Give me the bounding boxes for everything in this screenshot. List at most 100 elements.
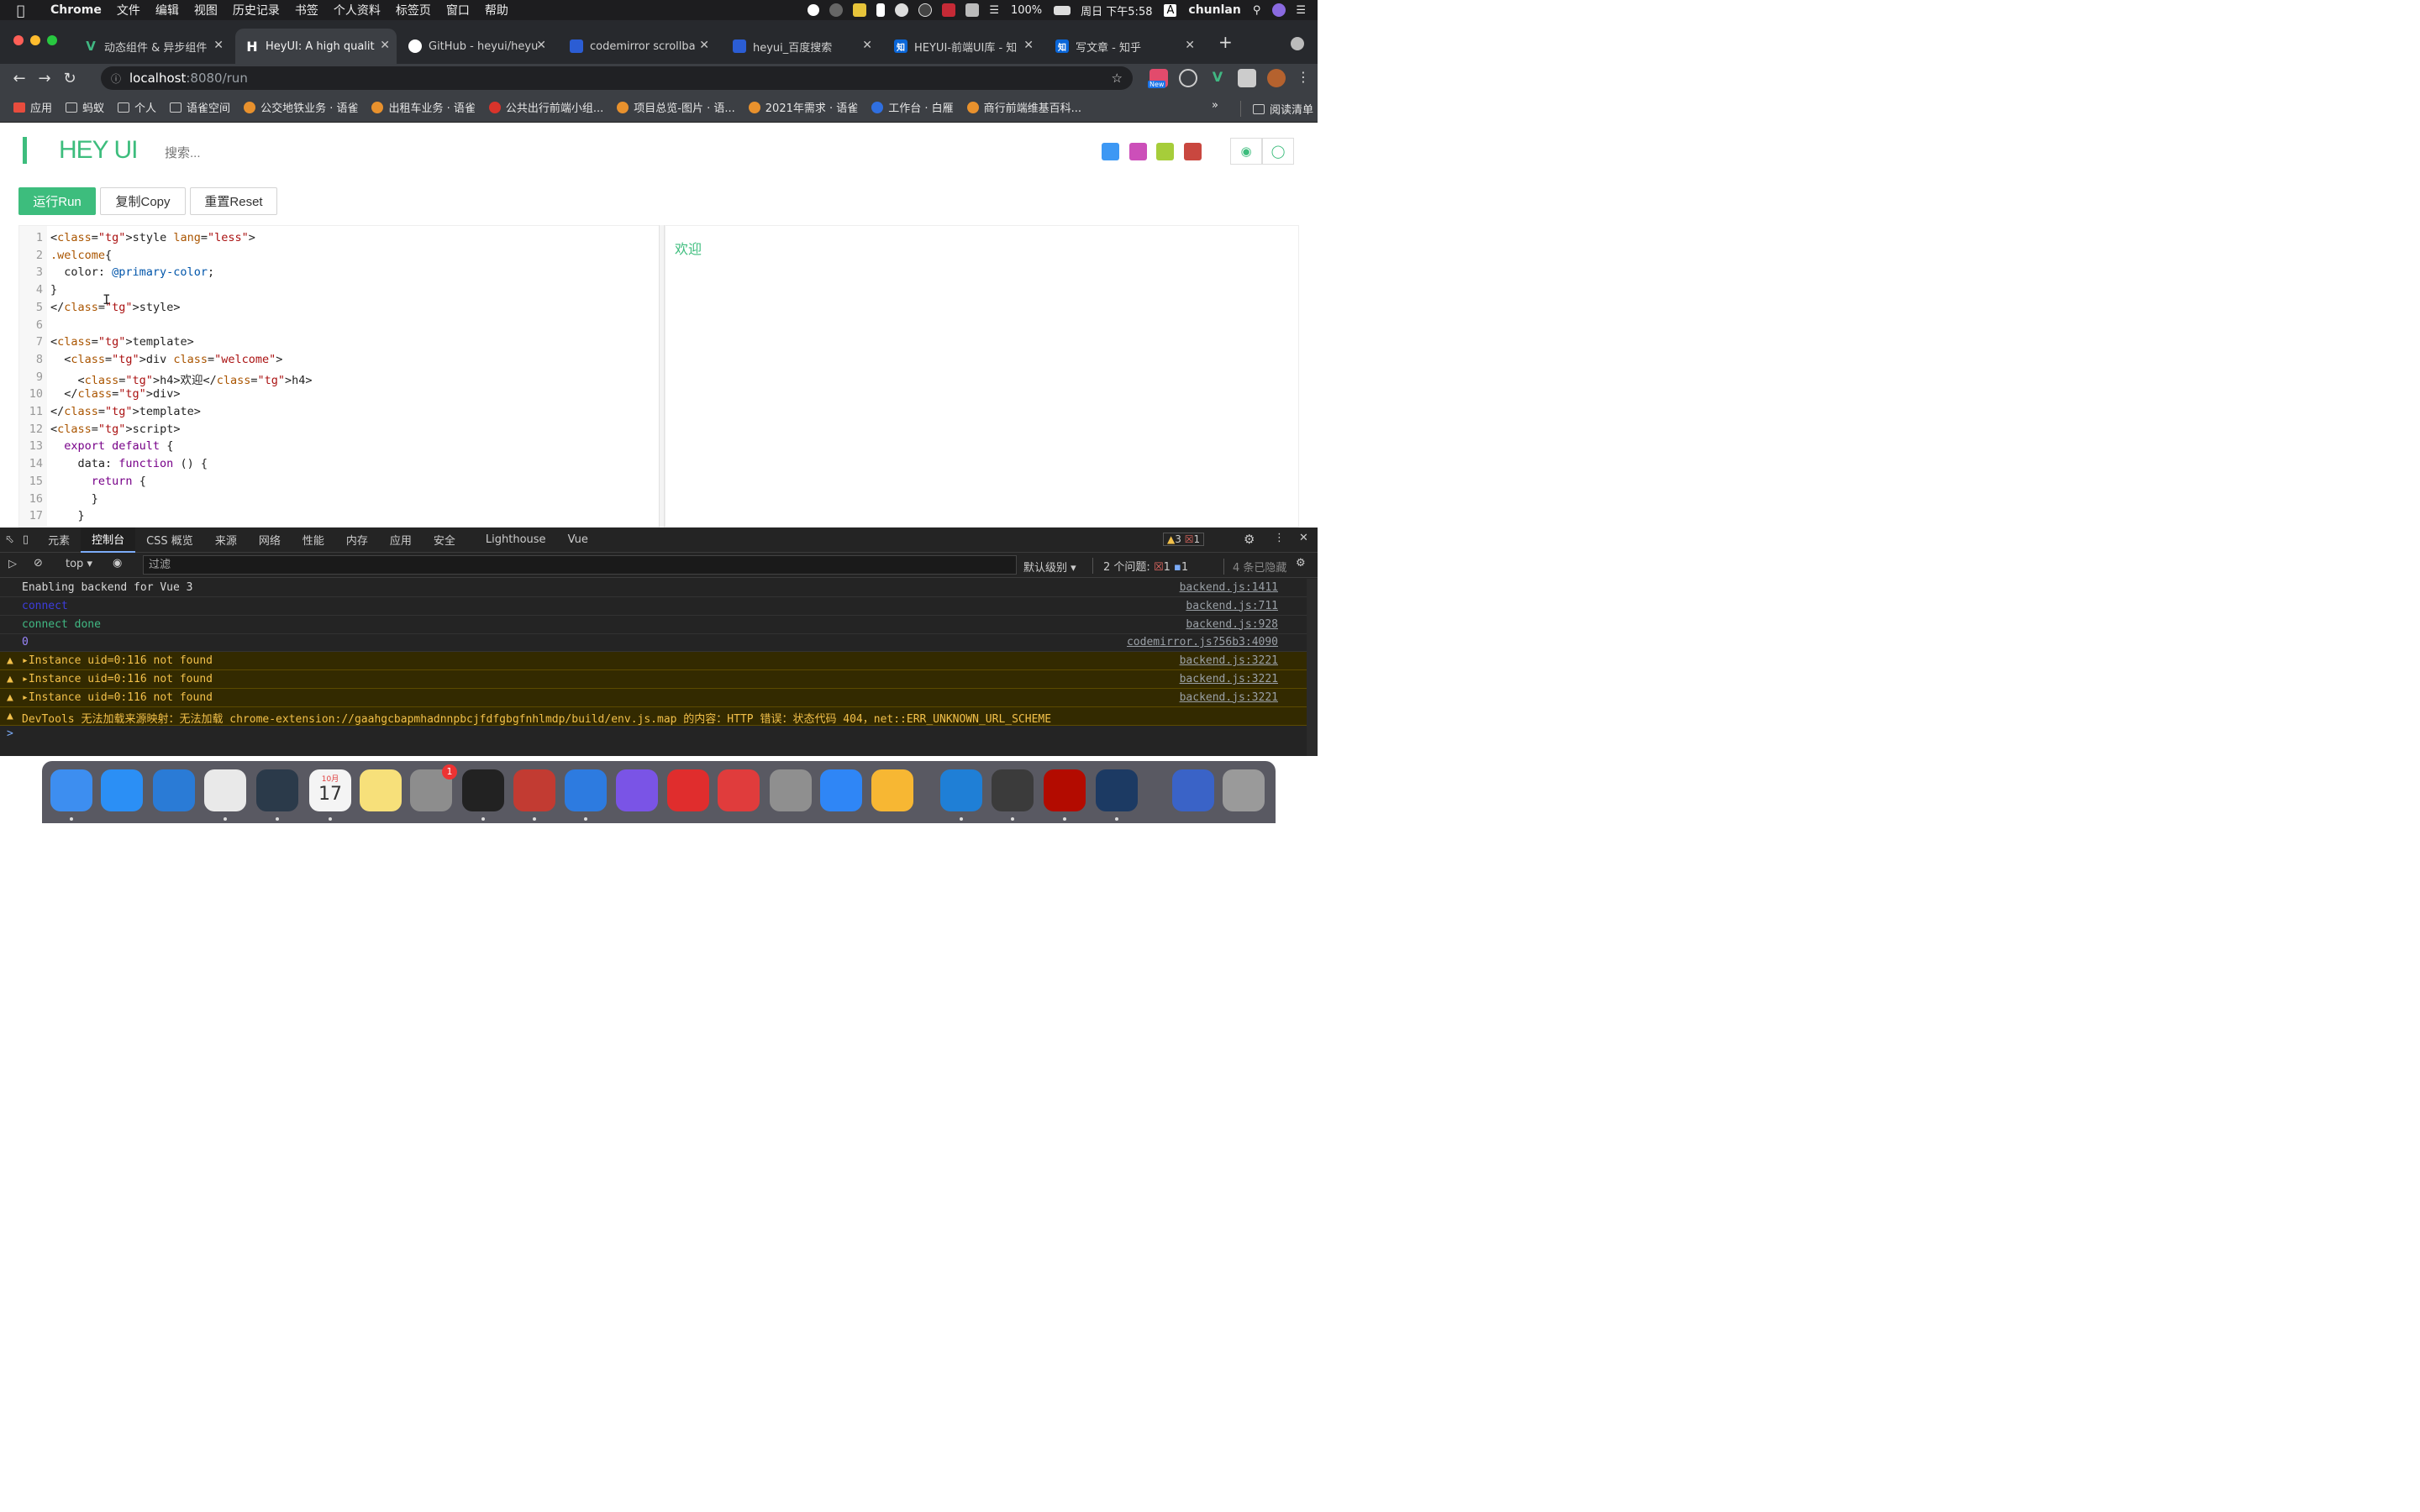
code-line[interactable]: 7 <class="tg">template> xyxy=(19,335,658,353)
console-message[interactable]: ▲ ▸Instance uid=0:116 not found backend.js… xyxy=(0,688,1307,707)
devtools-tab-memory[interactable]: 内存 xyxy=(335,528,379,553)
tab-search-icon[interactable] xyxy=(1291,37,1304,50)
tab-heyui[interactable]: H HeyUI: A high qualit ✕ xyxy=(235,29,397,64)
devtools-tab-console[interactable]: 控制台 xyxy=(81,527,136,553)
devtools-tab-vue[interactable]: Vue xyxy=(557,528,599,553)
dock-vscode-icon[interactable] xyxy=(153,769,195,811)
code-line[interactable]: 9 <class="tg">h4>欢迎</class="tg">h4> xyxy=(19,370,658,388)
control-center-icon[interactable]: ☰ xyxy=(1296,4,1306,17)
code-line[interactable]: 4} xyxy=(19,283,658,301)
console-source-link[interactable]: backend.js:1411 xyxy=(1180,581,1278,594)
devtools-tab-sources[interactable]: 来源 xyxy=(204,528,248,553)
dock-files-icon[interactable] xyxy=(1172,769,1214,811)
user-name[interactable]: chunlan xyxy=(1188,3,1240,17)
dock-trash-icon[interactable] xyxy=(1223,769,1265,811)
tab-codemirror[interactable]: codemirror scrollba ✕ xyxy=(560,29,716,64)
input-method-icon[interactable]: A xyxy=(1164,3,1177,17)
code-line[interactable]: 14 data: function () { xyxy=(19,457,658,475)
bookmark-workbench[interactable]: 工作台 · 白雁 xyxy=(871,99,954,115)
logo[interactable]: HEY UI xyxy=(59,136,138,165)
sidebar-toggle-icon[interactable]: ▷ xyxy=(8,558,17,570)
stats-icon[interactable] xyxy=(853,3,867,17)
devtools-tab-elements[interactable]: 元素 xyxy=(37,528,81,553)
console-message[interactable]: connect backend.js:711 xyxy=(0,597,1307,616)
bookmark-star-icon[interactable]: ☆ xyxy=(1112,71,1123,86)
extensions-icon[interactable] xyxy=(1238,69,1256,87)
wifi-icon[interactable]: ☰ xyxy=(989,4,999,17)
menu-chrome[interactable]: Chrome xyxy=(50,3,102,17)
siri-icon[interactable] xyxy=(1272,3,1286,17)
bookmark-taxi[interactable]: 出租车业务 · 语雀 xyxy=(371,99,476,115)
react-devtools-icon[interactable] xyxy=(1179,69,1197,87)
tab-github[interactable]: GitHub - heyui/heyu ✕ xyxy=(398,29,553,64)
devtools-tab-security[interactable]: 安全 xyxy=(423,528,466,553)
dock-devtool-icon[interactable] xyxy=(256,769,298,811)
code-line[interactable]: 5 </class="tg">style> xyxy=(19,301,658,318)
device-icon[interactable] xyxy=(876,3,886,17)
dock-phone-icon[interactable] xyxy=(992,769,1034,811)
dock-netease-music-icon[interactable] xyxy=(667,769,709,811)
info-icon[interactable]: ⓘ xyxy=(111,71,121,86)
menu-edit[interactable]: 编辑 xyxy=(155,2,179,18)
dock-system-preferences-icon[interactable]: 1 xyxy=(410,764,457,811)
eye-icon[interactable]: ◉ xyxy=(113,557,122,570)
datetime[interactable]: 周日 下午5:58 xyxy=(1081,3,1152,18)
bookmark-2021[interactable]: 2021年需求 · 语雀 xyxy=(748,99,858,115)
devtools-tab-application[interactable]: 应用 xyxy=(379,528,423,553)
devtools-tab-network[interactable]: 网络 xyxy=(248,528,292,553)
code-line[interactable]: 10 </class="tg">div> xyxy=(19,387,658,405)
bookmark-folder-yuque[interactable]: 语雀空间 xyxy=(170,99,230,115)
menu-view[interactable]: 视图 xyxy=(194,2,218,18)
dock-finder-icon[interactable] xyxy=(50,769,92,811)
dock-chrome-icon[interactable] xyxy=(204,769,246,811)
menu-file[interactable]: 文件 xyxy=(117,2,140,18)
extension-new-icon[interactable]: New xyxy=(1148,69,1168,88)
clear-console-icon[interactable]: ⊘ xyxy=(34,557,43,570)
console-message[interactable]: 0 codemirror.js?56b3:4090 xyxy=(0,633,1307,653)
console-settings-icon[interactable]: ⚙ xyxy=(1296,557,1306,570)
bookmark-project[interactable]: 项目总览-图片 · 语... xyxy=(617,99,735,115)
parallels-icon[interactable] xyxy=(942,3,956,17)
battery-icon[interactable] xyxy=(1054,5,1071,15)
context-select[interactable]: top ▾ xyxy=(66,558,92,570)
tab-zhihu-write[interactable]: 知 写文章 - 知乎 ✕ xyxy=(1045,29,1202,64)
console-source-link[interactable]: backend.js:3221 xyxy=(1180,654,1278,667)
chat-icon[interactable]: ◯ xyxy=(1262,138,1294,165)
bookmark-public-travel[interactable]: 公共出行前端小组... xyxy=(488,99,603,115)
reading-list[interactable]: 阅读清单 xyxy=(1240,101,1313,117)
devtools-tab-css-overview[interactable]: CSS 概览 xyxy=(135,528,204,553)
dock-safari-icon[interactable] xyxy=(616,769,658,811)
profile-avatar[interactable] xyxy=(1267,69,1286,87)
devtools-tab-lighthouse[interactable]: Lighthouse xyxy=(475,528,557,553)
dock-terminal-icon[interactable] xyxy=(462,769,504,811)
battery-label[interactable]: 100% xyxy=(1011,4,1042,17)
code-line[interactable]: 1 <class="tg">style lang="less"> xyxy=(19,231,658,249)
zoom-window-icon[interactable] xyxy=(47,35,57,45)
console-prompt[interactable]: > xyxy=(0,725,1307,743)
bookmark-apps[interactable]: 应用 xyxy=(13,99,52,115)
devtools-tab-performance[interactable]: 性能 xyxy=(292,528,335,553)
dock-feishu-icon[interactable] xyxy=(101,769,143,811)
dock-ting-icon[interactable] xyxy=(718,769,760,811)
run-button[interactable]: 运行Run xyxy=(18,187,96,215)
dock-eudic-icon[interactable] xyxy=(940,769,982,811)
settings-gear-icon[interactable]: ⚙ xyxy=(1244,532,1255,547)
theme-swatch-blue[interactable] xyxy=(1102,143,1119,160)
back-icon[interactable]: ← xyxy=(7,70,32,87)
record-icon[interactable] xyxy=(808,4,820,16)
code-line[interactable]: 12 <class="tg">script> xyxy=(19,423,658,440)
bookmark-wiki[interactable]: 商行前端维基百科... xyxy=(966,99,1081,115)
menu-profiles[interactable]: 个人资料 xyxy=(334,2,381,18)
console-source-link[interactable]: backend.js:928 xyxy=(1186,618,1278,631)
dock-calendar-icon[interactable]: 10月 17 xyxy=(309,769,351,811)
reset-button[interactable]: 重置Reset xyxy=(190,187,277,215)
devtools-close-icon[interactable]: ✕ xyxy=(1299,532,1308,544)
menu-tabs[interactable]: 标签页 xyxy=(396,2,431,18)
menu-window[interactable]: 窗口 xyxy=(446,2,470,18)
code-editor[interactable]: 1 <class="tg">style lang="less"> 2 .welcome… xyxy=(18,225,659,528)
copy-button[interactable]: 复制Copy xyxy=(100,187,186,215)
issue-counter[interactable]: ▲3 ☒1 xyxy=(1163,533,1205,546)
console-source-link[interactable]: codemirror.js?56b3:4090 xyxy=(1127,636,1278,648)
address-bar[interactable]: ⓘ localhost:8080/run ☆ xyxy=(101,66,1133,90)
tab-dynamic-components[interactable]: V 动态组件 & 异步组件 ✕ xyxy=(74,29,230,64)
